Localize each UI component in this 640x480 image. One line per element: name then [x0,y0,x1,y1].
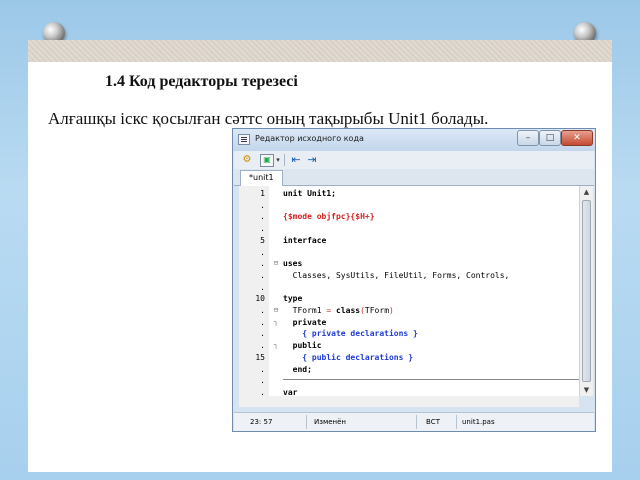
section-divider [283,379,579,380]
modified-status: Изменён [314,418,347,426]
code-token: var [283,387,298,396]
minimize-button[interactable]: – [517,130,539,146]
scroll-down-icon[interactable]: ▼ [580,384,593,396]
line-number: . [260,212,265,222]
line-number: . [260,387,265,396]
line-number: 1 [260,189,265,198]
fold-column: ⊟ ⊟ ┐ ┐ [269,186,283,396]
tab-unit1[interactable]: *unit1 [240,170,283,186]
code-line: var [283,387,297,396]
code-token: class [331,306,361,315]
horizontal-scrollbar[interactable] [239,396,579,407]
code-token: {$mode objfpc}{$H+} [283,212,375,222]
board-texture [28,40,612,62]
window-title: Редактор исходного кода [255,134,364,143]
line-number: . [260,224,265,234]
fold-toggle-icon[interactable]: ⊟ [269,258,283,270]
code-line: {$mode objfpc}{$H+} [283,211,375,223]
jump-back-icon[interactable]: ⇤ [290,153,302,167]
code-editor[interactable]: 1... 5.... 10.... 15... ⊟ ⊟ ┐ ┐ unit Unit1; {$m… [239,186,579,396]
fold-toggle-icon[interactable]: ⊟ [269,305,283,317]
close-button[interactable]: ✕ [561,130,593,146]
code-token: end; [283,364,312,374]
editor-toolbar: ⚙ ▣ ▾ ⇤ ⇥ [234,151,594,169]
code-token: private [283,317,327,327]
code-token: ) [389,306,394,315]
line-number: 10 [255,294,265,304]
code-token: { private declarations } [283,329,418,339]
insert-mode: ВСТ [426,418,440,426]
toolbar-separator [284,154,285,166]
vertical-scrollbar[interactable]: ▲ ▼ [579,186,593,396]
fold-toggle-icon[interactable]: ┐ [269,340,283,352]
status-separator [306,415,307,429]
code-token: uses [283,259,303,269]
fold-toggle-icon[interactable]: ┐ [269,317,283,329]
line-number: . [260,306,265,315]
settings-icon[interactable]: ⚙ [240,153,254,167]
cursor-position: 23: 57 [250,418,273,426]
code-area[interactable]: unit Unit1; {$mode objfpc}{$H+} interface u… [283,186,579,396]
slide-title: 1.4 Код редакторы терезесі [105,73,298,90]
code-token: interface [283,235,327,245]
code-line: end; [283,364,312,376]
code-line: Classes, SysUtils, FileUtil, Forms, Cont… [283,270,510,282]
line-number: . [260,376,265,386]
line-number: . [260,247,265,257]
code-token: type [283,294,303,304]
status-separator [416,415,417,429]
code-line: private [283,317,327,329]
dropdown-arrow-icon[interactable]: ▾ [274,153,282,167]
status-separator [456,415,457,429]
maximize-button[interactable]: □ [539,130,561,146]
code-line: { private declarations } [283,328,418,340]
line-number: . [260,329,265,339]
code-token: TForm1 [283,306,327,315]
line-number: . [260,259,265,269]
line-number: 5 [260,235,265,245]
code-token: public [283,341,322,351]
source-editor-window: Редактор исходного кода – □ ✕ ⚙ ▣ ▾ ⇤ ⇥ … [232,128,596,432]
code-line: unit Unit1; [283,188,336,200]
window-titlebar[interactable]: Редактор исходного кода – □ ✕ [233,129,595,151]
layout-icon[interactable]: ▣ [260,154,274,167]
jump-forward-icon[interactable]: ⇥ [306,153,318,167]
line-number: 15 [255,352,265,362]
tab-strip: *unit1 [234,169,594,186]
code-line: interface [283,235,326,247]
line-number: . [260,200,265,210]
status-bar: 23: 57 Изменён ВСТ unit1.pas [234,412,594,431]
code-token: Classes, SysUtils, FileUtil, Forms, Cont… [283,270,510,280]
code-token: unit Unit1; [283,189,336,198]
code-line: TForm1 = class(TForm) [283,305,394,317]
code-token: { public declarations } [283,352,414,362]
line-number-gutter: 1... 5.... 10.... 15... [239,186,269,396]
code-line: uses [283,258,302,270]
file-name: unit1.pas [462,418,495,426]
scrollbar-thumb[interactable] [582,200,591,382]
app-document-icon [238,134,250,145]
slide-subtitle: Алғашқы іскс қосылған сәттс оның тақырыб… [48,109,489,128]
line-number: . [260,317,265,327]
code-line: public [283,340,322,352]
line-number: . [260,270,265,280]
line-number: . [260,341,265,351]
line-number: . [260,364,265,374]
code-line: type [283,293,302,305]
line-number: . [260,282,265,292]
code-token: TForm [364,306,390,315]
scroll-up-icon[interactable]: ▲ [580,186,593,198]
code-line: { public declarations } [283,352,413,364]
